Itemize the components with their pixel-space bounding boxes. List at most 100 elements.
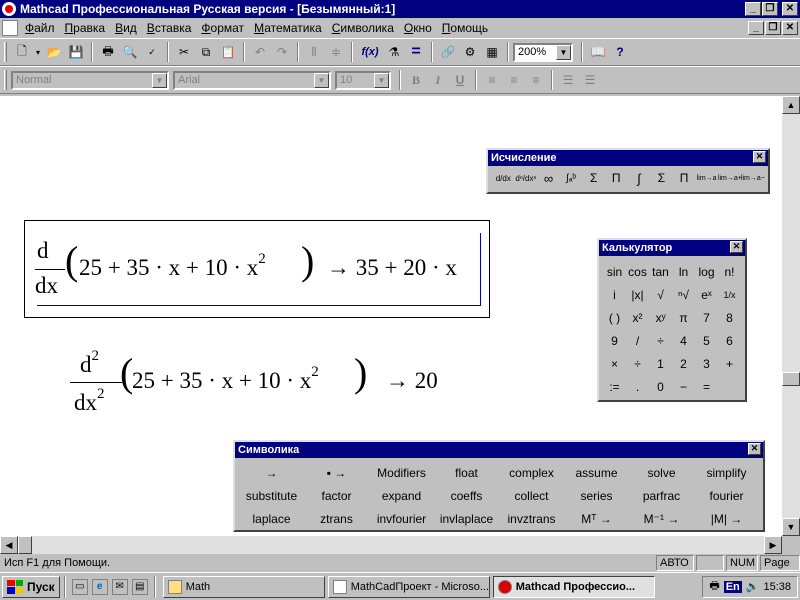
calc-button[interactable]: eˣ: [695, 283, 718, 306]
vertical-scrollbar[interactable]: ▲ ▼: [782, 96, 800, 536]
calc-button[interactable]: −: [672, 375, 695, 398]
simplify-button[interactable]: simplify: [694, 461, 759, 484]
calc-button[interactable]: 5: [695, 329, 718, 352]
doc-minimize-button[interactable]: _: [748, 21, 764, 35]
desktop-icon[interactable]: ▭: [71, 578, 88, 595]
scroll-right-icon[interactable]: ▶: [764, 536, 782, 554]
calc-button[interactable]: :=: [603, 375, 626, 398]
clock[interactable]: 15:38: [763, 581, 791, 593]
calc-button[interactable]: /: [626, 329, 649, 352]
calc-button[interactable]: 0: [649, 375, 672, 398]
menu-symbolics[interactable]: Символика: [327, 21, 399, 35]
fourier-button[interactable]: fourier: [694, 484, 759, 507]
menu-help[interactable]: Помощь: [437, 21, 493, 35]
scroll-down-icon[interactable]: ▼: [782, 518, 800, 536]
cut-icon[interactable]: ✂: [173, 41, 195, 63]
determinant-button[interactable]: |M| →: [694, 507, 759, 530]
open-folder-icon[interactable]: 📂: [43, 41, 65, 63]
close-icon[interactable]: ✕: [753, 151, 766, 163]
align-right-icon[interactable]: ≡: [525, 69, 547, 91]
chevron-down-icon[interactable]: ▼: [152, 72, 167, 88]
volume-tray-icon[interactable]: 🔊: [746, 580, 760, 593]
calc-button[interactable]: ×: [603, 352, 626, 375]
calc-button[interactable]: ⁿ√: [672, 283, 695, 306]
minimize-button[interactable]: _: [745, 2, 761, 16]
task-button-word-document[interactable]: MathCadПроект - Microso...: [327, 575, 490, 598]
menu-window[interactable]: Окно: [399, 21, 437, 35]
calc-button[interactable]: ÷: [626, 352, 649, 375]
undo-icon[interactable]: ↶: [249, 41, 271, 63]
calc-button[interactable]: =: [695, 375, 718, 398]
task-button-math-folder[interactable]: Math: [162, 575, 325, 598]
save-icon[interactable]: 💾: [65, 41, 87, 63]
ztrans-button[interactable]: ztrans: [304, 507, 369, 530]
menu-view[interactable]: Вид: [110, 21, 142, 35]
scroll-up-icon[interactable]: ▲: [782, 96, 800, 114]
coeffs-button[interactable]: coeffs: [434, 484, 499, 507]
chevron-down-icon[interactable]: ▼: [556, 44, 571, 60]
toolbar-grip[interactable]: [4, 42, 7, 62]
calc-button[interactable]: ÷: [649, 329, 672, 352]
series-button[interactable]: series: [564, 484, 629, 507]
calculus-palette[interactable]: Исчисление ✕ d/dx dⁿ/dxⁿ ∞ ∫ₐᵇ Σ Π ∫ Σ Π…: [486, 148, 770, 194]
menu-math[interactable]: Математика: [249, 21, 327, 35]
invfourier-button[interactable]: invfourier: [369, 507, 434, 530]
start-button[interactable]: Пуск: [2, 575, 60, 598]
document-icon[interactable]: [2, 20, 18, 36]
channels-icon[interactable]: ▤: [131, 578, 148, 595]
derivative-button[interactable]: d/dx: [492, 174, 515, 183]
paste-icon[interactable]: 📋: [217, 41, 239, 63]
internet-explorer-icon[interactable]: e: [91, 578, 108, 595]
restore-button[interactable]: ❐: [762, 2, 778, 16]
new-document-icon[interactable]: 🗋: [11, 41, 33, 63]
calculator-palette-title[interactable]: Калькулятор ✕: [599, 240, 745, 256]
solve-button[interactable]: solve: [629, 461, 694, 484]
inverse-button[interactable]: M⁻¹ →: [629, 507, 694, 530]
invztrans-button[interactable]: invztrans: [499, 507, 564, 530]
doc-restore-button[interactable]: ❐: [765, 21, 781, 35]
calculator-palette[interactable]: Калькулятор ✕ sin cos tan ln log n! i |x…: [597, 238, 747, 402]
bullet-list-icon[interactable]: ☰: [557, 69, 579, 91]
language-indicator[interactable]: En: [723, 580, 742, 593]
calc-button[interactable]: tan: [649, 260, 672, 283]
chevron-down-icon[interactable]: ▼: [314, 72, 329, 88]
horizontal-scrollbar[interactable]: ◀ ▶: [0, 536, 782, 554]
outlook-icon[interactable]: ✉: [111, 578, 128, 595]
indefinite-integral-button[interactable]: ∫: [628, 171, 651, 186]
underline-button[interactable]: U: [449, 69, 471, 91]
left-limit-button[interactable]: lim→a−: [741, 175, 765, 182]
close-icon[interactable]: ✕: [730, 241, 743, 253]
summation-button[interactable]: Σ: [650, 171, 673, 185]
scroll-thumb[interactable]: [782, 372, 800, 386]
infinity-button[interactable]: ∞: [537, 171, 560, 186]
insert-function-icon[interactable]: f(x): [357, 41, 383, 63]
new-dropdown-icon[interactable]: ▾: [33, 41, 43, 63]
print-preview-icon[interactable]: 🔍: [119, 41, 141, 63]
menu-format[interactable]: Формат: [196, 21, 249, 35]
close-button[interactable]: ✕: [782, 2, 798, 16]
right-limit-button[interactable]: lim→a+: [718, 175, 742, 182]
zoom-select[interactable]: 200% ▼: [513, 42, 573, 62]
task-button-mathcad[interactable]: Mathcad Профессио...: [492, 575, 655, 598]
symbolic-keyword-button[interactable]: ▪ →: [304, 461, 369, 484]
resource-center-icon[interactable]: 📖: [587, 41, 609, 63]
calc-button[interactable]: 3: [695, 352, 718, 375]
insert-unit-icon[interactable]: ⚗: [383, 41, 405, 63]
transpose-button[interactable]: Mᵀ →: [564, 507, 629, 530]
math-region-first-derivative[interactable]: d dx ( 25 + 35 · x + 10 · x2 ) → 35 + 20…: [24, 220, 490, 318]
numbered-list-icon[interactable]: ☰: [579, 69, 601, 91]
align-center-icon[interactable]: ≡: [503, 69, 525, 91]
product-button[interactable]: Π: [673, 171, 696, 185]
bold-button[interactable]: B: [405, 69, 427, 91]
chevron-down-icon[interactable]: ▼: [374, 72, 389, 88]
style-select[interactable]: Normal ▼: [11, 70, 169, 90]
calc-button[interactable]: +: [718, 352, 741, 375]
calc-button[interactable]: xʸ: [649, 306, 672, 329]
math-region-second-derivative[interactable]: d2 dx2 ( 25 + 35 · x + 10 · x2 ) → 20: [64, 344, 464, 424]
print-icon[interactable]: 🖶: [97, 41, 119, 63]
menu-file[interactable]: Файл: [20, 21, 60, 35]
redo-icon[interactable]: ↷: [271, 41, 293, 63]
spellcheck-icon[interactable]: ✓: [141, 41, 163, 63]
laplace-button[interactable]: laplace: [239, 507, 304, 530]
assume-button[interactable]: assume: [564, 461, 629, 484]
